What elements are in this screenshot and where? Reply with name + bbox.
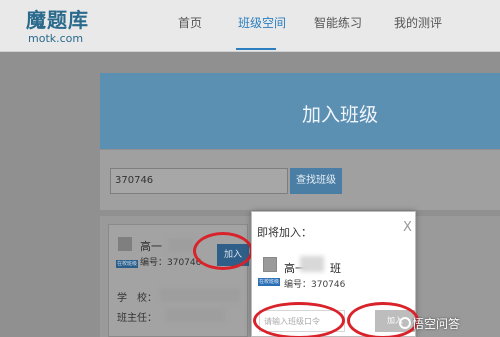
class-building-icon <box>263 257 277 272</box>
close-icon[interactable]: X <box>403 220 412 235</box>
logo-domain: motk.com <box>28 32 84 45</box>
find-class-button[interactable]: 查找班级 <box>290 168 342 194</box>
school-label: 学 校： <box>117 293 157 304</box>
redacted-class-name <box>168 238 194 252</box>
class-search-input[interactable]: 370746 <box>110 168 288 194</box>
dialog-class-badge: 在校班级 <box>258 278 280 286</box>
teacher-label: 班主任： <box>117 313 157 324</box>
nav-smart-practice[interactable]: 智能练习 <box>314 14 362 31</box>
dialog-class-code: 编号：370746 <box>284 280 346 290</box>
annotation-circle-join <box>193 232 253 270</box>
banner-title: 加入班级 <box>302 104 379 126</box>
class-type-badge: 在校班级 <box>116 260 138 268</box>
join-class-banner <box>100 73 500 149</box>
nav-my-test[interactable]: 我的测评 <box>394 14 442 31</box>
dialog-class-name-suffix: 班 <box>330 262 341 275</box>
nav-home[interactable]: 首页 <box>178 14 202 31</box>
class-building-icon <box>118 237 132 251</box>
watermark-text: 悟空问答 <box>412 317 461 331</box>
annotation-circle-password <box>253 302 345 337</box>
dialog-title: 即将加入： <box>257 226 312 239</box>
class-code: 编号：370746 <box>140 258 202 268</box>
nav-class-space[interactable]: 班级空间 <box>238 14 286 31</box>
redacted-teacher <box>165 308 225 322</box>
redacted-dialog-class-name <box>300 256 324 272</box>
watermark-logo-icon <box>399 317 411 329</box>
nav-active-indicator <box>236 48 276 50</box>
redacted-school <box>160 288 240 302</box>
class-name: 高一 <box>140 240 162 253</box>
logo[interactable]: 魔题库 <box>26 4 89 33</box>
